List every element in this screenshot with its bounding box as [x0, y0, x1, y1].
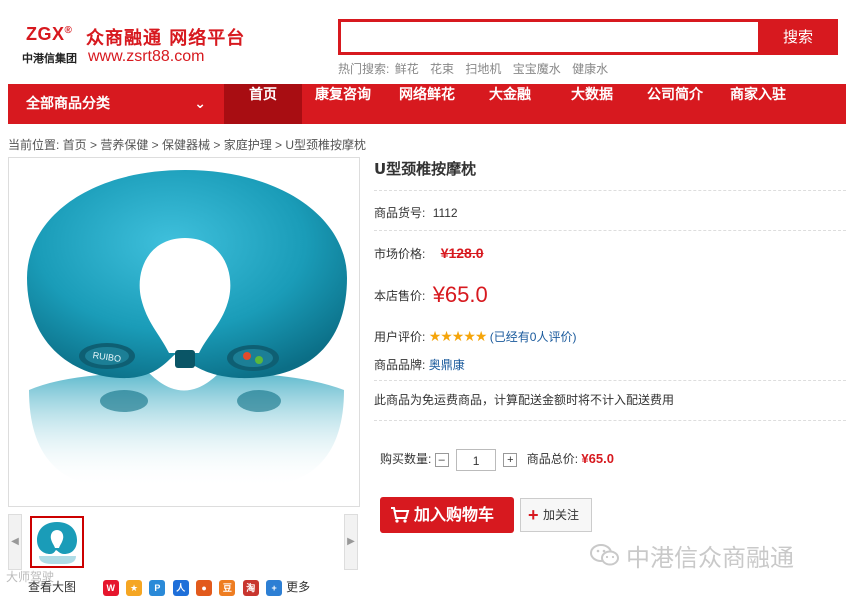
divider — [374, 190, 846, 191]
all-categories-menu[interactable]: 全部商品分类 ⌄ — [8, 84, 216, 124]
thumbnail-image — [37, 522, 77, 564]
quantity-row: 购买数量: – 1 + 商品总价: ¥65.0 — [380, 449, 614, 471]
group-name: 中港信集团 — [22, 52, 77, 65]
weibo-icon[interactable]: W — [102, 579, 119, 596]
platform-name: 众商融通 网络平台 — [86, 28, 246, 49]
plus-icon: + — [528, 505, 539, 525]
qty-input[interactable]: 1 — [456, 449, 497, 471]
tencent-weibo-icon[interactable]: P — [149, 579, 166, 596]
shipping-note: 此商品为免运费商品，计算配送金额时将不计入配送费用 — [374, 393, 675, 407]
nav-item-home[interactable]: 首页 — [224, 84, 302, 124]
rating-label: 用户评价: — [374, 330, 426, 344]
market-price-label: 市场价格: — [374, 247, 426, 261]
qty-increase-button[interactable]: + — [503, 453, 518, 467]
qty-decrease-button[interactable]: – — [434, 453, 449, 467]
hot-search-label: 热门搜索: — [338, 62, 390, 76]
search-button[interactable]: 搜索 — [758, 19, 838, 55]
more-share-icon[interactable]: + — [266, 579, 283, 596]
follow-label: 加关注 — [543, 508, 580, 522]
rating-row: 用户评价: ★★★★★ (已经有0人评价) — [374, 328, 576, 345]
total-label: 商品总价: — [526, 452, 579, 467]
nav-item-about[interactable]: 公司简介 — [634, 84, 716, 124]
registered-mark: ® — [64, 25, 73, 36]
wechat-watermark: 中港信众商融通 — [626, 544, 794, 572]
divider — [374, 230, 846, 231]
nav-item-rehab[interactable]: 康复咨询 — [302, 84, 384, 124]
rating-stars: ★★★★★ — [428, 328, 488, 344]
rating-count-link[interactable]: (已经有0人评价) — [490, 330, 577, 344]
wechat-icon — [590, 544, 619, 566]
product-title: U型颈椎按摩枕 — [374, 160, 477, 178]
qty-label: 购买数量: — [380, 452, 432, 467]
search-input[interactable] — [338, 19, 758, 55]
shop-price-label: 本店售价: — [374, 289, 426, 303]
total-price: ¥65.0 — [581, 451, 614, 467]
share-bar: 查看大图 W ★ P 人 ● 豆 淘 + 更多 — [8, 578, 348, 598]
hot-search-term[interactable]: 鲜花 — [395, 62, 419, 76]
hot-search-term[interactable]: 花束 — [430, 62, 454, 76]
sku-row: 商品货号: 1112 — [374, 204, 458, 221]
view-large-link[interactable]: 查看大图 — [28, 580, 76, 594]
brand-link[interactable]: 奥鼎康 — [429, 358, 465, 372]
breadcrumb[interactable]: 当前位置: 首页 > 营养保健 > 保健器械 > 家庭护理 > U型颈椎按摩枕 — [8, 136, 366, 153]
divider — [374, 420, 846, 421]
nav-item-finance[interactable]: 大金融 — [470, 84, 550, 124]
follow-button[interactable]: + 加关注 — [520, 498, 592, 532]
hot-search-term[interactable]: 宝宝魔水 — [513, 62, 561, 76]
add-to-cart-button[interactable]: 加入购物车 — [380, 497, 514, 533]
sku-label: 商品货号: — [374, 206, 426, 220]
shop-price-row: 本店售价: ¥65.0 — [374, 282, 488, 308]
nav-item-flowers[interactable]: 网络鲜花 — [384, 84, 470, 124]
nav-item-merchants[interactable]: 商家入驻 — [716, 84, 800, 124]
shop-price: ¥65.0 — [432, 282, 488, 307]
hot-searches: 热门搜索: 鲜花 花束 扫地机 宝宝魔水 健康水 — [338, 60, 616, 77]
chevron-down-icon: ⌄ — [194, 96, 206, 112]
brand-label: 商品品牌: — [374, 358, 426, 372]
pillow-illustration: RUIBO — [27, 170, 347, 488]
divider — [374, 380, 846, 381]
logo-text: ZGX — [26, 24, 65, 44]
taobao-icon[interactable]: 淘 — [242, 579, 259, 596]
kaixin-icon[interactable]: ● — [196, 579, 213, 596]
qzone-icon[interactable]: ★ — [126, 579, 143, 596]
sku-value: 1112 — [432, 206, 458, 220]
cart-icon — [391, 507, 410, 523]
market-price-row: 市场价格: ¥128.0 — [374, 245, 484, 262]
thumbnail-1[interactable] — [30, 516, 84, 568]
site-logo[interactable]: ZGX® 中港信集团 众商融通 网络平台 www.zsrt88.com — [18, 18, 248, 68]
hot-search-term[interactable]: 扫地机 — [465, 62, 501, 76]
nav-item-bigdata[interactable]: 大数据 — [550, 84, 634, 124]
douban-icon[interactable]: 豆 — [219, 579, 236, 596]
thumb-prev-button[interactable]: ◀ — [8, 514, 22, 570]
thumb-next-button[interactable]: ▶ — [344, 514, 358, 570]
product-image[interactable]: RUIBO — [8, 157, 360, 507]
brand-row: 商品品牌: 奥鼎康 — [374, 356, 465, 373]
main-nav: 全部商品分类 ⌄ 首页 康复咨询 网络鲜花 大金融 大数据 公司简介 商家入驻 — [8, 84, 846, 124]
all-categories-label: 全部商品分类 — [26, 96, 110, 112]
thumbnail-strip: ◀ ▶ — [8, 514, 360, 570]
add-to-cart-label: 加入购物车 — [414, 505, 495, 524]
renren-icon[interactable]: 人 — [172, 579, 189, 596]
hot-search-term[interactable]: 健康水 — [572, 62, 608, 76]
site-url: www.zsrt88.com — [88, 48, 205, 65]
market-price: ¥128.0 — [440, 245, 484, 261]
share-more-label[interactable]: 更多 — [286, 580, 310, 594]
